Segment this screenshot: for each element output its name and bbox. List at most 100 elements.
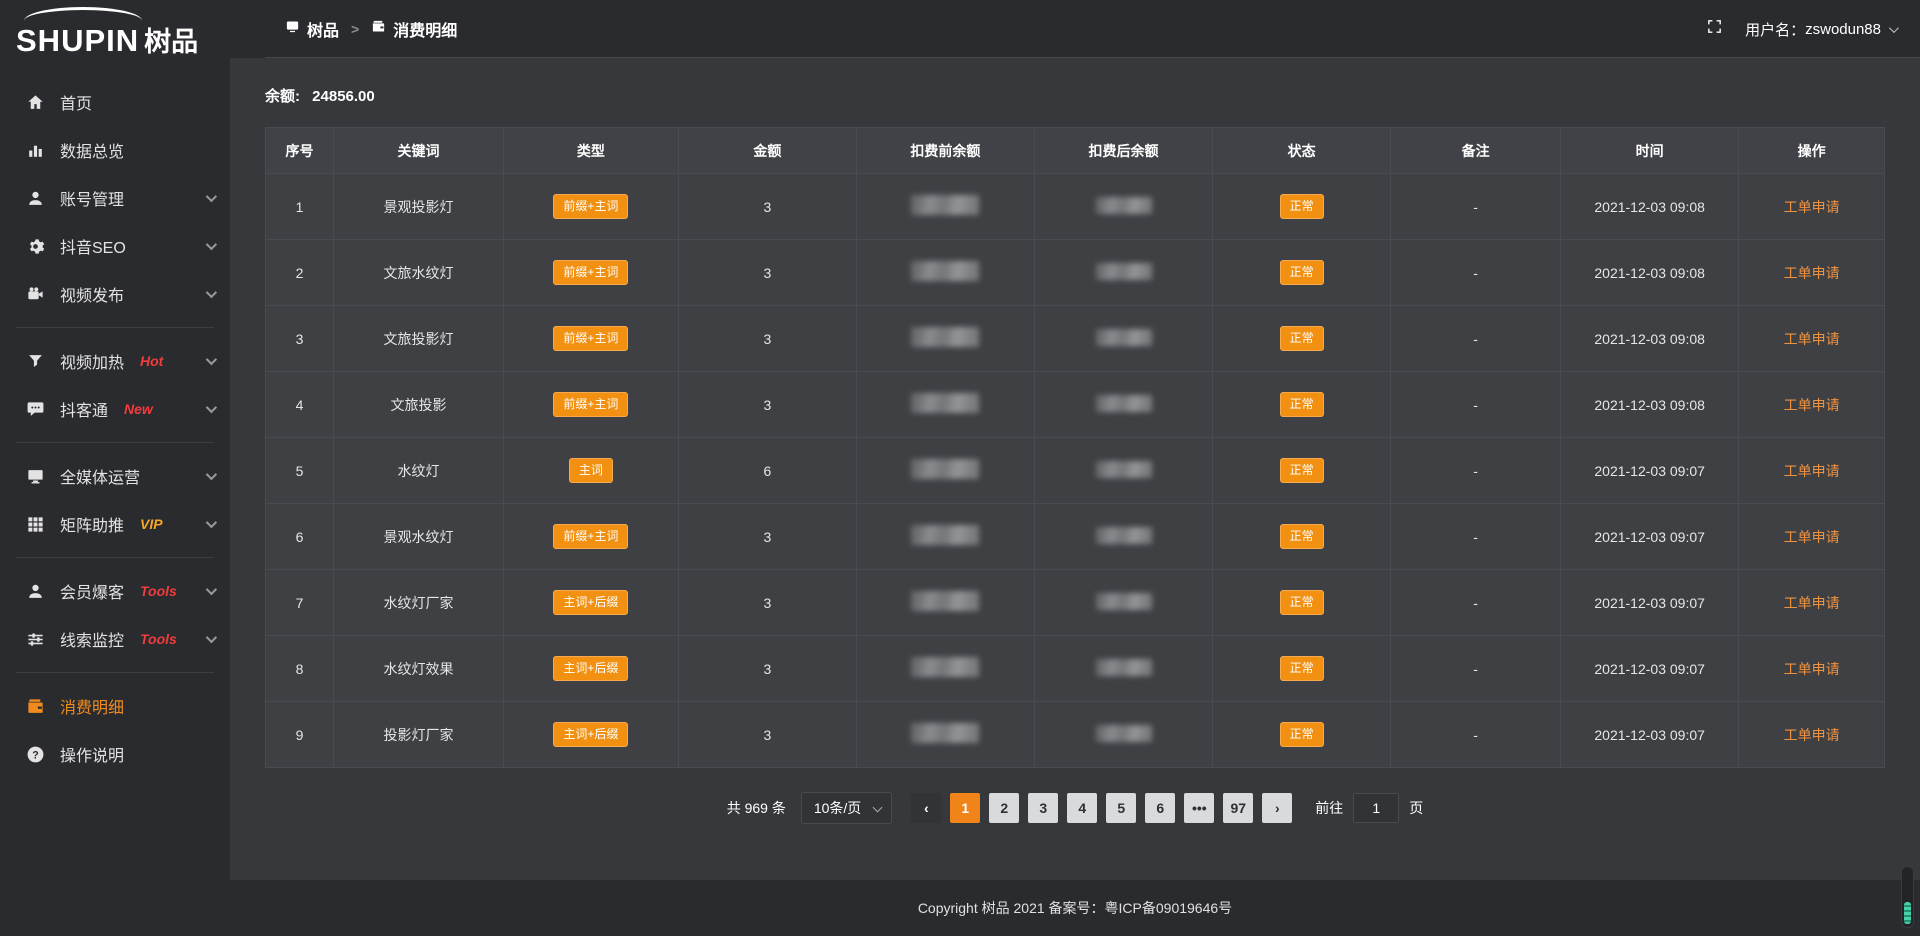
bar-chart-icon <box>26 141 45 160</box>
type-badge: 主词 <box>569 458 613 482</box>
breadcrumb-item-consumption[interactable]: 消费明细 <box>371 17 457 41</box>
page-size-select[interactable]: 10条/页 <box>801 792 892 824</box>
cell-keyword: 水纹灯厂家 <box>333 570 503 636</box>
redacted-value <box>911 591 979 611</box>
sidebar-item-matrix-boost[interactable]: 矩阵助推VIP <box>0 500 230 548</box>
column-header: 扣费前余额 <box>856 128 1034 174</box>
table-row: 6景观水纹灯前缀+主词3正常-2021-12-03 09:07工单申请 <box>266 504 1885 570</box>
page-button-1[interactable]: 1 <box>950 793 980 823</box>
chevron-down-icon <box>206 584 217 595</box>
sidebar-item-label: 矩阵助推 <box>60 512 124 536</box>
sidebar-item-tag: Tools <box>140 631 177 647</box>
sidebar-item-douyin-seo[interactable]: 抖音SEO <box>0 222 230 270</box>
scrollbar-thumb[interactable] <box>1904 902 1911 924</box>
cell-status: 正常 <box>1213 306 1391 372</box>
prev-page-button[interactable]: ‹ <box>911 793 941 823</box>
ticket-apply-link[interactable]: 工单申请 <box>1784 661 1840 677</box>
cell-status: 正常 <box>1213 504 1391 570</box>
sidebar-item-consumption-detail[interactable]: 消费明细 <box>0 682 230 730</box>
goto-suffix: 页 <box>1409 798 1423 818</box>
goto-page-input[interactable] <box>1353 793 1399 823</box>
redacted-value <box>1096 527 1152 544</box>
redacted-value <box>1096 329 1152 346</box>
sidebar-item-data-overview[interactable]: 数据总览 <box>0 126 230 174</box>
page-buttons: 123456 ••• 97 <box>950 793 1253 823</box>
cell-remark: - <box>1391 636 1561 702</box>
ticket-apply-link[interactable]: 工单申请 <box>1784 265 1840 281</box>
ticket-apply-link[interactable]: 工单申请 <box>1784 331 1840 347</box>
cell-post-balance <box>1034 702 1212 768</box>
sidebar-item-member-baoke[interactable]: 会员爆客Tools <box>0 567 230 615</box>
cell-type: 主词+后缀 <box>503 636 678 702</box>
ticket-apply-link[interactable]: 工单申请 <box>1784 727 1840 743</box>
page-button-6[interactable]: 6 <box>1145 793 1175 823</box>
topbar: 树品 > 消费明细 用户名： zswodun88 <box>230 0 1920 58</box>
sidebar-item-label: 会员爆客 <box>60 579 124 603</box>
cell-remark: - <box>1391 372 1561 438</box>
ticket-apply-link[interactable]: 工单申请 <box>1784 199 1840 215</box>
ticket-apply-link[interactable]: 工单申请 <box>1784 463 1840 479</box>
grid-icon <box>26 515 45 534</box>
breadcrumb-item-shupin[interactable]: 树品 <box>285 17 339 41</box>
breadcrumb-label: 树品 <box>307 17 339 41</box>
cell-status: 正常 <box>1213 174 1391 240</box>
next-page-button[interactable]: › <box>1262 793 1292 823</box>
cell-amount: 3 <box>678 504 856 570</box>
sidebar-item-account-management[interactable]: 账号管理 <box>0 174 230 222</box>
sidebar-item-label: 全媒体运营 <box>60 464 140 488</box>
ticket-apply-link[interactable]: 工单申请 <box>1784 529 1840 545</box>
main-area: 树品 > 消费明细 用户名： zswodun88 余额: 24856.00 <box>230 0 1920 936</box>
cell-index: 3 <box>266 306 334 372</box>
cell-type: 前缀+主词 <box>503 504 678 570</box>
status-badge: 正常 <box>1280 326 1324 350</box>
sidebar-item-video-publish[interactable]: 视频发布 <box>0 270 230 318</box>
cell-time: 2021-12-03 09:08 <box>1561 372 1739 438</box>
cell-index: 1 <box>266 174 334 240</box>
status-badge: 正常 <box>1280 722 1324 746</box>
cell-index: 2 <box>266 240 334 306</box>
ticket-apply-link[interactable]: 工单申请 <box>1784 397 1840 413</box>
sidebar-item-home[interactable]: 首页 <box>0 78 230 126</box>
cell-pre-balance <box>856 174 1034 240</box>
sidebar-item-tag: New <box>124 401 153 417</box>
cell-action: 工单申请 <box>1739 570 1885 636</box>
table-body: 1景观投影灯前缀+主词3正常-2021-12-03 09:08工单申请2文旅水纹… <box>266 174 1885 768</box>
sidebar-item-label: 消费明细 <box>60 694 124 718</box>
cell-post-balance <box>1034 504 1212 570</box>
page-scrollbar[interactable] <box>1901 866 1914 928</box>
ticket-apply-link[interactable]: 工单申请 <box>1784 595 1840 611</box>
page-button-4[interactable]: 4 <box>1067 793 1097 823</box>
chevron-down-icon <box>206 191 217 202</box>
cell-keyword: 文旅水纹灯 <box>333 240 503 306</box>
cell-keyword: 景观水纹灯 <box>333 504 503 570</box>
sidebar-item-douketong[interactable]: 抖客通New <box>0 385 230 433</box>
user-icon <box>26 189 45 208</box>
fullscreen-icon[interactable] <box>1706 18 1723 40</box>
status-badge: 正常 <box>1280 260 1324 284</box>
page-button-5[interactable]: 5 <box>1106 793 1136 823</box>
sidebar-item-all-media-operation[interactable]: 全媒体运营 <box>0 452 230 500</box>
cell-pre-balance <box>856 372 1034 438</box>
cell-index: 6 <box>266 504 334 570</box>
breadcrumb-separator: > <box>351 21 359 37</box>
table-row: 3文旅投影灯前缀+主词3正常-2021-12-03 09:08工单申请 <box>266 306 1885 372</box>
user-menu[interactable]: 用户名： zswodun88 <box>1745 19 1896 40</box>
page-button-3[interactable]: 3 <box>1028 793 1058 823</box>
sidebar-item-label: 数据总览 <box>60 138 124 162</box>
page-button-2[interactable]: 2 <box>989 793 1019 823</box>
sidebar-item-lead-monitor[interactable]: 线索监控Tools <box>0 615 230 663</box>
page-button-97[interactable]: 97 <box>1223 793 1253 823</box>
cell-action: 工单申请 <box>1739 438 1885 504</box>
table-row: 1景观投影灯前缀+主词3正常-2021-12-03 09:08工单申请 <box>266 174 1885 240</box>
cell-time: 2021-12-03 09:07 <box>1561 570 1739 636</box>
more-pages-button[interactable]: ••• <box>1184 793 1214 823</box>
cell-pre-balance <box>856 504 1034 570</box>
chevron-down-icon <box>873 803 883 813</box>
cell-remark: - <box>1391 702 1561 768</box>
table-row: 8水纹灯效果主词+后缀3正常-2021-12-03 09:07工单申请 <box>266 636 1885 702</box>
sidebar-item-operation-guide[interactable]: ?操作说明 <box>0 730 230 778</box>
content: 余额: 24856.00 序号关键词类型金额扣费前余额扣费后余额状态备注时间操作… <box>230 58 1920 880</box>
cell-pre-balance <box>856 636 1034 702</box>
sidebar-item-label: 账号管理 <box>60 186 124 210</box>
sidebar-item-video-heat[interactable]: 视频加热Hot <box>0 337 230 385</box>
